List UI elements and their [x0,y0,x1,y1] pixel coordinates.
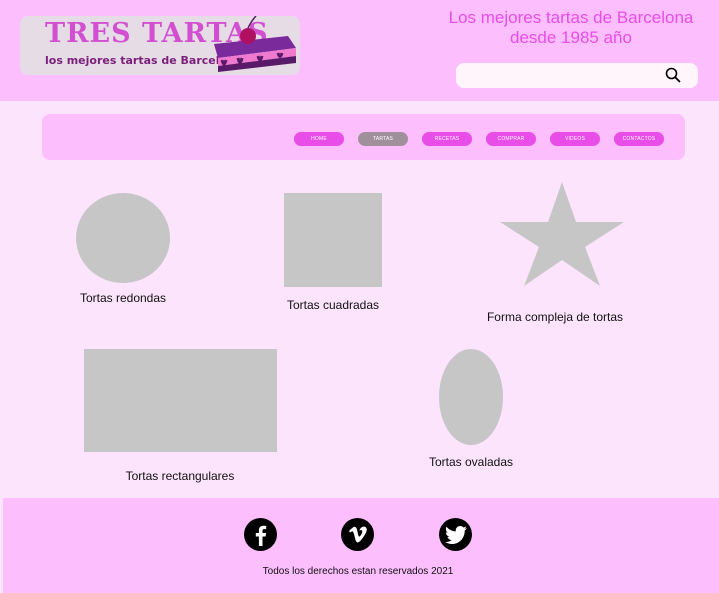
rectangle-cake-image[interactable] [84,349,277,452]
search-icon[interactable] [665,67,681,83]
round-cake-label[interactable]: Tortas redondas [63,291,183,305]
square-cake-label[interactable]: Tortas cuadradas [273,298,393,312]
facebook-link[interactable] [244,518,277,551]
star-cake-image[interactable] [500,182,624,286]
nav-comprar[interactable]: COMPRAR [486,132,536,146]
facebook-icon [255,525,266,546]
search-input[interactable] [464,67,654,84]
header: TRES TARTAS los mejores tartas de Barcel… [0,0,719,101]
tagline-line-1: Los mejores tartas de Barcelona [448,8,694,27]
tagline: Los mejores tartas de Barcelona desde 19… [440,8,702,48]
main-nav: HOME TARTAS RECETAS COMPRAR VIDEOS CONTA… [42,114,685,160]
rectangle-cake-label[interactable]: Tortas rectangulares [110,469,250,483]
nav-tartas[interactable]: TARTAS [358,132,408,146]
nav-recetas[interactable]: RECETAS [422,132,472,146]
round-cake-image[interactable] [76,193,170,283]
oval-cake-label[interactable]: Tortas ovaladas [411,455,531,469]
tagline-line-2: desde 1985 año [510,28,632,47]
twitter-link[interactable] [439,518,472,551]
footer: Todos los derechos estan reservados 2021 [3,498,719,593]
square-cake-image[interactable] [284,193,382,287]
cake-slice-icon [214,16,296,72]
complex-cake-label[interactable]: Forma compleja de tortas [475,310,635,324]
twitter-icon [444,525,467,544]
nav-videos[interactable]: VIDEOS [550,132,600,146]
copyright-text: Todos los derechos estan reservados 2021 [262,566,454,577]
nav-contactos[interactable]: CONTACTOS [614,132,664,146]
vimeo-link[interactable] [341,518,374,551]
vimeo-icon [348,526,367,542]
search-box [456,63,698,88]
nav-home[interactable]: HOME [294,132,344,146]
logo[interactable]: TRES TARTAS los mejores tartas de Barcel… [20,16,300,75]
oval-cake-image[interactable] [439,349,503,445]
